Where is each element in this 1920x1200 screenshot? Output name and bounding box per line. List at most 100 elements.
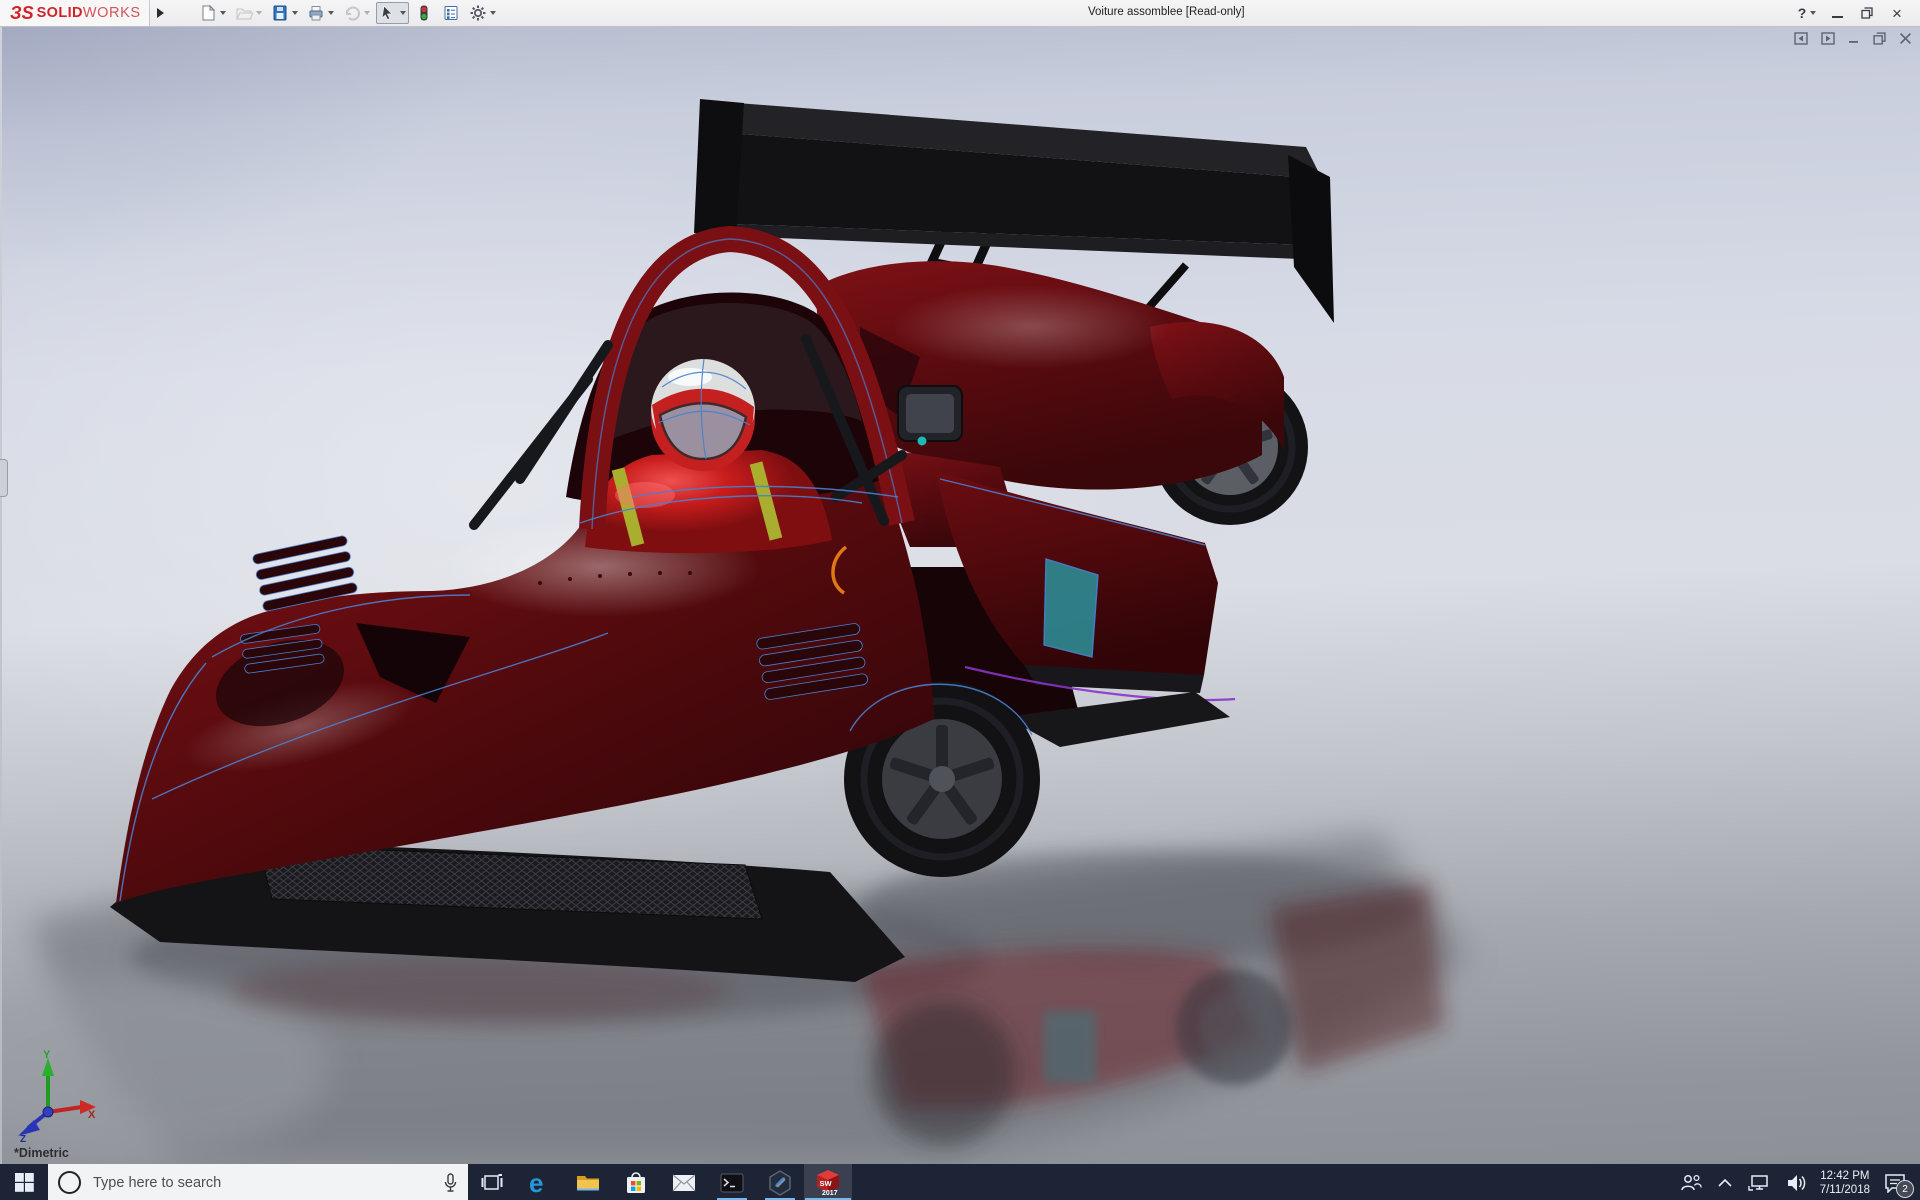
help-button[interactable]: ? [1792,1,1822,25]
quick-toolbar [196,2,499,24]
collapse-left-pane-button[interactable] [1794,32,1808,45]
close-icon [1899,32,1912,45]
view-orientation-label: *Dimetric [14,1146,69,1160]
file-properties-button[interactable] [439,2,463,24]
hexagon-app-icon [768,1170,792,1196]
volume-button[interactable] [1778,1164,1814,1200]
graphics-area[interactable]: Y X Z *Dimetric [0,27,1920,1164]
undo-button [340,2,373,24]
new-document-icon [199,4,217,22]
pane-arrow-left-icon [1794,32,1808,45]
store-button[interactable] [612,1164,660,1200]
close-button[interactable]: × [1882,1,1912,25]
task-view-button[interactable] [468,1164,516,1200]
file-properties-icon [442,4,460,22]
network-button[interactable] [1740,1164,1778,1200]
hexagon-app-button[interactable] [756,1164,804,1200]
chevron-up-icon [1718,1178,1732,1187]
model-render-race-car [0,27,1920,1164]
solidworks-logo: ЗS SOLIDWORKS [0,0,150,26]
rebuild-button[interactable] [412,2,436,24]
file-explorer-button[interactable] [564,1164,612,1200]
cortana-icon [58,1171,81,1194]
people-button[interactable] [1672,1164,1710,1200]
restore-icon [1861,7,1873,19]
feature-panel-splitter [0,27,2,1164]
restore-icon [1873,32,1886,45]
solidworks-logo-glyph: ЗS [10,3,34,24]
right-triangle-icon [157,8,164,18]
tray-date: 7/11/2018 [1820,1183,1870,1197]
speaker-icon [1786,1174,1806,1192]
document-title: Voiture assomblee [Read-only] [1088,6,1245,18]
x-axis-label: X [88,1109,96,1121]
solidworks-2017-icon: SW 2017 [814,1169,842,1197]
taskbar-spacer [852,1164,1672,1200]
feature-panel-collapse-tab[interactable] [0,459,8,497]
store-icon [625,1171,647,1195]
command-prompt-button[interactable] [708,1164,756,1200]
task-view-icon [481,1173,503,1193]
y-axis-label: Y [43,1050,51,1061]
action-center-button[interactable]: 2 [1876,1164,1920,1200]
save-button[interactable] [268,2,301,24]
rear-view-mirror [898,386,962,441]
solidworks-window: ЗS SOLIDWORKS [0,0,1920,1200]
start-button[interactable] [0,1164,48,1200]
network-icon [1748,1174,1770,1192]
dropdown-caret[interactable] [220,11,226,15]
tray-time: 12:42 PM [1820,1169,1869,1183]
svg-text:SW: SW [820,1179,833,1188]
gear-icon [469,4,487,22]
open-document-button [232,2,265,24]
print-icon [307,4,325,22]
search-input[interactable] [91,1174,433,1192]
edge-button[interactable]: e [516,1164,564,1200]
close-icon: × [1892,5,1902,22]
undo-arrow-icon [343,4,361,22]
svg-text:e: e [529,1169,543,1197]
microphone-icon[interactable] [443,1173,458,1193]
z-axis-label: Z [20,1134,26,1142]
select-tool-button[interactable] [376,2,409,24]
minimize-icon [1848,33,1860,45]
minimize-button[interactable] [1822,1,1852,25]
pane-arrow-right-icon [1821,32,1835,45]
windows-logo-icon [15,1173,34,1192]
dropdown-caret[interactable] [328,11,334,15]
taskbar-clock[interactable]: 12:42 PM 7/11/2018 [1814,1164,1876,1200]
new-document-button[interactable] [196,2,229,24]
mail-icon [672,1174,696,1192]
teal-fitting [918,437,927,446]
print-button[interactable] [304,2,337,24]
options-button[interactable] [466,2,499,24]
people-icon [1680,1173,1702,1192]
mail-button[interactable] [660,1164,708,1200]
solidworks-2017-button[interactable]: SW 2017 [804,1164,852,1200]
open-folder-icon [235,4,253,22]
restore-button[interactable] [1852,1,1882,25]
notification-count-badge: 2 [1896,1180,1914,1198]
titlebar: ЗS SOLIDWORKS [0,0,1920,27]
dropdown-caret[interactable] [490,11,496,15]
show-hidden-icons-button[interactable] [1710,1164,1740,1200]
expand-right-pane-button[interactable] [1821,32,1835,45]
minimize-icon [1832,16,1843,18]
select-cursor-icon [379,4,397,22]
windows-taskbar: e [0,1164,1920,1200]
taskbar-search[interactable] [48,1164,468,1200]
svg-text:2017: 2017 [822,1190,838,1197]
document-restore-button[interactable] [1873,32,1886,45]
document-window-controls [1794,32,1912,45]
orientation-triad: Y X Z [8,1050,100,1142]
save-floppy-icon [271,4,289,22]
menu-flyout-arrow[interactable] [152,2,170,24]
dropdown-caret[interactable] [292,11,298,15]
document-close-button[interactable] [1899,32,1912,45]
dropdown-caret[interactable] [400,11,406,15]
window-controls: ? × [1792,1,1920,25]
edge-icon: e [527,1169,553,1197]
document-minimize-button[interactable] [1848,33,1860,45]
file-explorer-icon [576,1173,600,1193]
command-prompt-icon [720,1173,744,1193]
